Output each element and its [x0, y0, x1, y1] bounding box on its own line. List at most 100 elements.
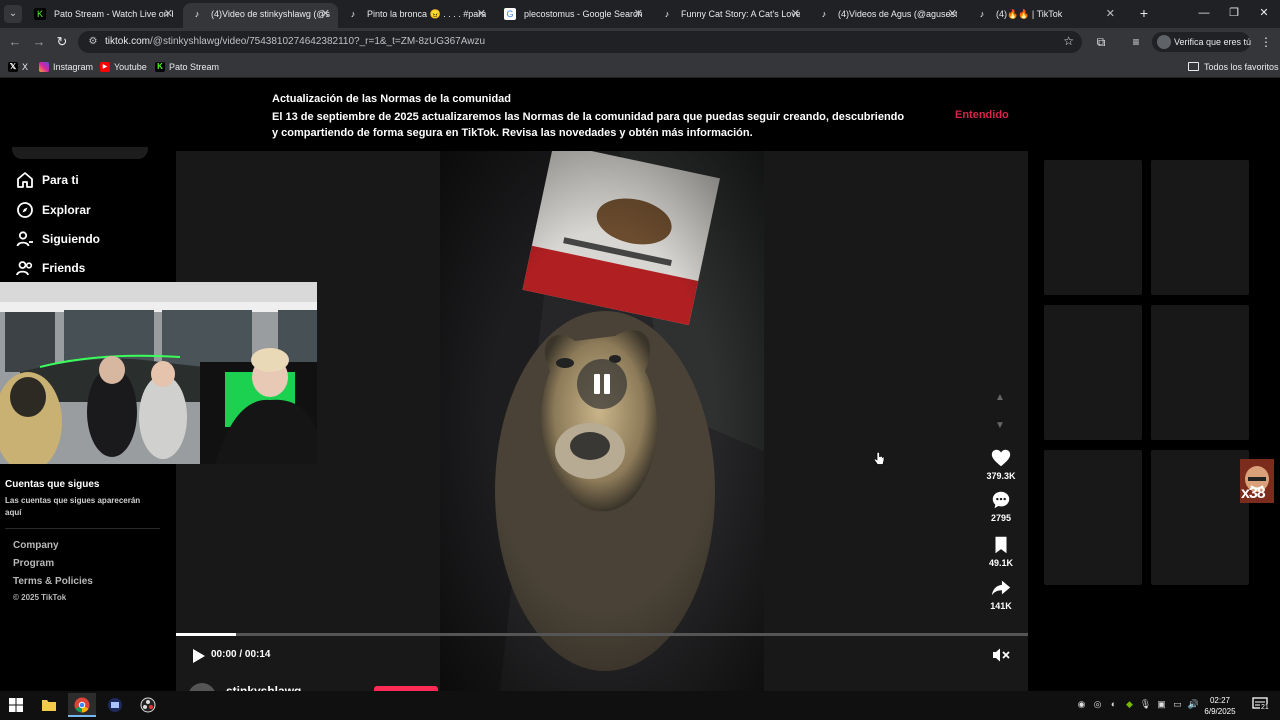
browser-tab[interactable]: ♪ (4)Videos de Agus (@aguseste ✕: [810, 3, 965, 28]
tab-close-icon[interactable]: ✕: [321, 3, 330, 25]
browser-toolbar: ← → ↻ ⚙ tiktok.com/@stinkyshlawg/video/7…: [0, 28, 1280, 56]
tray-icon[interactable]: ◐: [1107, 698, 1120, 711]
muted-volume-icon[interactable]: [992, 647, 1010, 663]
tiktok-favicon-icon: ♪: [979, 9, 985, 19]
restore-button[interactable]: ❐: [1224, 4, 1244, 22]
extensions-icon[interactable]: ⧉: [1092, 33, 1110, 51]
footer-link-company[interactable]: Company: [13, 540, 59, 551]
next-video-arrow-icon[interactable]: ▼: [993, 419, 1007, 433]
browser-tab[interactable]: ♪ Pinto la bronca 😠 . . . . #parati ✕: [339, 3, 494, 28]
bookmark-star-icon[interactable]: ☆: [1063, 34, 1074, 48]
nav-friends[interactable]: Friends: [16, 257, 85, 279]
recommended-video[interactable]: [1151, 450, 1249, 585]
heart-icon: [991, 449, 1011, 467]
new-tab-button[interactable]: +: [1136, 5, 1152, 21]
site-info-icon[interactable]: ⚙: [86, 35, 100, 49]
nav-explorar[interactable]: Explorar: [16, 199, 91, 221]
banner-dismiss-button[interactable]: Entendido: [955, 109, 1009, 121]
friends-icon: [16, 259, 34, 277]
search-input[interactable]: [12, 147, 148, 159]
share-count: 141K: [990, 601, 1012, 611]
obs-icon: [140, 697, 156, 713]
footer-link-program[interactable]: Program: [13, 558, 54, 569]
forward-button[interactable]: →: [30, 33, 48, 51]
tab-title: Pinto la bronca 😠 . . . . #parati: [367, 9, 486, 19]
address-url[interactable]: tiktok.com/@stinkyshlawg/video/754381027…: [105, 31, 485, 53]
tab-close-icon[interactable]: ✕: [1106, 3, 1115, 25]
previous-video-arrow-icon[interactable]: ▲: [993, 391, 1007, 405]
bookmark-label: Pato Stream: [169, 62, 220, 72]
minimize-button[interactable]: —: [1194, 4, 1214, 22]
tab-close-icon[interactable]: ✕: [164, 3, 173, 25]
reload-button[interactable]: ↻: [53, 33, 71, 51]
creator-name[interactable]: stinkyshlawg: [226, 684, 301, 691]
bookmark-instagram[interactable]: Instagram: [39, 56, 93, 78]
taskbar-app[interactable]: [101, 693, 129, 717]
recommended-video[interactable]: [1044, 305, 1142, 440]
kick-favicon-icon: K: [34, 8, 46, 20]
nav-label: Siguiendo: [42, 232, 100, 246]
progress-track[interactable]: [176, 633, 1028, 636]
all-bookmarks-button[interactable]: Todos los favoritos: [1188, 56, 1279, 78]
nvidia-icon[interactable]: ◆: [1123, 698, 1136, 711]
save-action[interactable]: 49.1K: [978, 534, 1024, 568]
tab-close-icon[interactable]: ✕: [948, 3, 957, 25]
recommended-video[interactable]: [1151, 305, 1249, 440]
tab-title: Pato Stream - Watch Live on Ki: [54, 9, 173, 19]
bookmarks-bar: 𝕏 X Instagram ▶ Youtube K Pato Stream To…: [0, 56, 1280, 78]
progress-fill: [176, 633, 236, 636]
bookmark-label: Instagram: [53, 62, 94, 72]
tab-title: Funny Cat Story: A Cat's Love fo: [681, 9, 800, 19]
tray-icon[interactable]: ◎: [1091, 698, 1104, 711]
pause-button[interactable]: [577, 359, 627, 409]
volume-icon[interactable]: 🔊: [1187, 698, 1200, 711]
taskbar-chrome[interactable]: [68, 693, 96, 717]
bookmark-youtube[interactable]: ▶ Youtube: [100, 56, 147, 78]
tab-close-icon[interactable]: ✕: [634, 3, 643, 25]
play-icon[interactable]: [192, 648, 206, 664]
tab-close-icon[interactable]: ✕: [791, 3, 800, 25]
following-accounts-title: Cuentas que sigues: [5, 479, 100, 490]
nav-label: Explorar: [42, 203, 91, 217]
clock-date: 6/9/2025: [1204, 707, 1236, 716]
comment-action[interactable]: 2795: [978, 489, 1024, 523]
microphone-icon[interactable]: 🎙: [1139, 698, 1152, 711]
camera-icon[interactable]: ▣: [1155, 698, 1168, 711]
recommended-video[interactable]: [1151, 160, 1249, 295]
close-window-button[interactable]: ✕: [1254, 4, 1274, 22]
profile-button[interactable]: Verifica que eres tú: [1152, 32, 1251, 52]
tab-title: (4)Videos de Agus (@aguseste: [838, 9, 957, 19]
browser-tab[interactable]: ♪ (4)🔥🔥 | TikTok ✕: [968, 3, 1123, 28]
bookmark-x[interactable]: 𝕏 X: [8, 56, 28, 78]
tray-icon[interactable]: ◉: [1075, 698, 1088, 711]
recommended-video[interactable]: [1044, 160, 1142, 295]
bookmark-pato-stream[interactable]: K Pato Stream: [155, 56, 219, 78]
taskbar-file-explorer[interactable]: [35, 693, 63, 717]
tab-search-button[interactable]: ⌄: [4, 5, 22, 23]
menu-icon[interactable]: ⋮: [1257, 33, 1275, 51]
browser-tab[interactable]: Gplecostomus - Google Search ✕: [496, 3, 651, 28]
address-bar[interactable]: ⚙ tiktok.com/@stinkyshlawg/video/7543810…: [78, 31, 1082, 53]
share-icon: [991, 580, 1011, 596]
media-controls-icon[interactable]: ≡: [1127, 33, 1145, 51]
network-icon[interactable]: ▭: [1171, 698, 1184, 711]
recommended-video[interactable]: [1044, 450, 1142, 585]
like-action[interactable]: 379.3K: [978, 447, 1024, 481]
taskbar-obs[interactable]: [134, 693, 162, 717]
browser-tab[interactable]: ♪ (4)Video de stinkyshlawg (@sti ✕: [183, 3, 338, 28]
system-clock[interactable]: 02:27 6/9/2025: [1200, 695, 1240, 717]
pause-icon-bar: [604, 374, 610, 394]
nav-para-ti[interactable]: Para ti: [16, 169, 79, 191]
video-frame[interactable]: [440, 151, 764, 691]
youtube-icon: ▶: [100, 62, 110, 72]
footer-link-terms[interactable]: Terms & Policies: [13, 576, 93, 587]
nav-siguiendo[interactable]: Siguiendo: [16, 228, 100, 250]
browser-tab[interactable]: K Pato Stream - Watch Live on Ki ✕: [26, 3, 181, 28]
back-button[interactable]: ←: [6, 33, 24, 51]
share-action[interactable]: 141K: [978, 577, 1024, 611]
tab-close-icon[interactable]: ✕: [477, 3, 486, 25]
start-button[interactable]: [2, 693, 30, 717]
creator-avatar[interactable]: [188, 683, 216, 691]
browser-tab[interactable]: ♪ Funny Cat Story: A Cat's Love fo ✕: [653, 3, 808, 28]
sidebar-divider: [5, 528, 160, 529]
